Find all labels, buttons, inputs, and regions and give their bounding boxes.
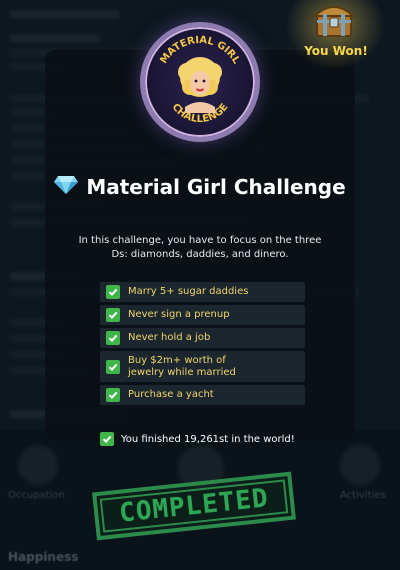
- challenge-badge: MATERIAL GIRL CHALLENGE: [140, 22, 260, 142]
- challenge-title: Material Girl Challenge: [86, 175, 346, 199]
- checkmark-icon: [106, 285, 120, 299]
- task-label: Never sign a prenup: [128, 309, 230, 320]
- badge-artwork: MATERIAL GIRL CHALLENGE: [158, 35, 242, 125]
- treasure-chest-icon[interactable]: [305, 0, 363, 40]
- task-list: Marry 5+ sugar daddies Never sign a pren…: [100, 282, 305, 408]
- checkmark-icon: [106, 308, 120, 322]
- task-item: Never hold a job: [100, 328, 305, 348]
- task-item: Buy $2m+ worth of jewelry while married: [100, 351, 305, 382]
- task-label: Marry 5+ sugar daddies: [128, 286, 249, 297]
- task-item: Never sign a prenup: [100, 305, 305, 325]
- task-label: Purchase a yacht: [128, 389, 214, 400]
- diamond-icon: [54, 175, 79, 199]
- task-item: Marry 5+ sugar daddies: [100, 282, 305, 302]
- challenge-description: In this challenge, you have to focus on …: [78, 235, 322, 260]
- challenge-title-row: Material Girl Challenge: [45, 175, 355, 199]
- you-won-label: You Won!: [304, 44, 368, 58]
- task-label: Never hold a job: [128, 332, 211, 343]
- checkmark-icon: [100, 432, 114, 446]
- checkmark-icon: [106, 359, 120, 374]
- checkmark-icon: [106, 331, 120, 345]
- task-item: Purchase a yacht: [100, 385, 305, 405]
- checkmark-icon: [106, 388, 120, 402]
- result-label: You finished 19,261st in the world!: [121, 433, 295, 445]
- result-row: You finished 19,261st in the world!: [100, 432, 320, 446]
- task-label: Buy $2m+ worth of jewelry while married: [128, 354, 236, 378]
